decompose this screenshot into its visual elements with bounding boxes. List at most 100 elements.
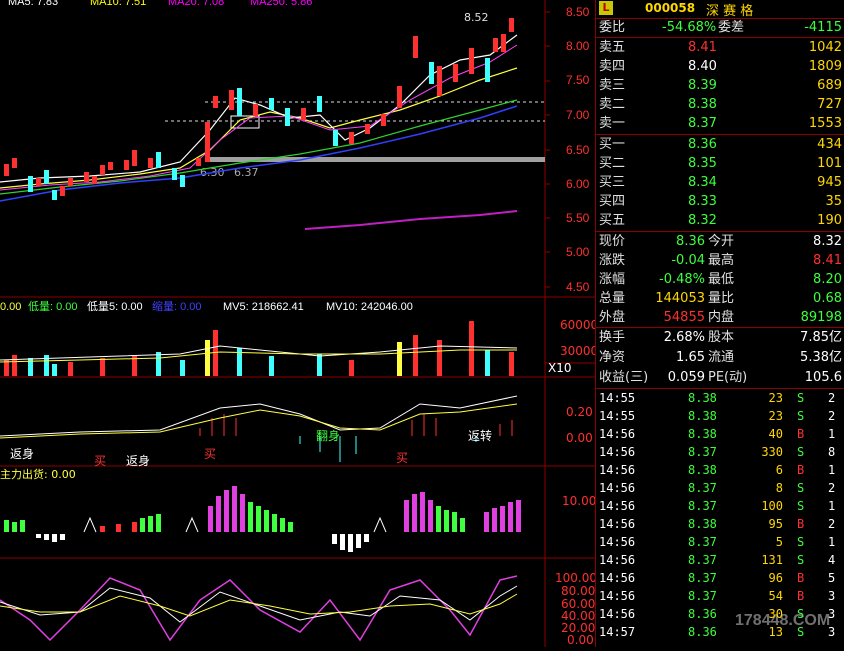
ask-price: 8.39 xyxy=(688,78,717,93)
ask-price: 8.41 xyxy=(688,40,717,55)
trade-time: 14:56 xyxy=(599,571,636,585)
ask-level-label: 卖一 xyxy=(599,116,626,131)
trade-volume: 100 xyxy=(761,499,783,513)
trade-row: 14:56 8.37 100 S 1 xyxy=(596,497,844,515)
ask-row: 卖一 8.37 1553 xyxy=(596,114,844,133)
trade-volume: 13 xyxy=(768,625,783,639)
ask-price: 8.38 xyxy=(688,97,717,112)
ask-volume: 727 xyxy=(817,97,842,112)
ask-level-label: 卖五 xyxy=(599,40,626,55)
trade-count: 3 xyxy=(828,625,836,639)
stat-value: 8.20 xyxy=(813,272,842,287)
trade-side: S xyxy=(797,445,805,459)
stat-value: 105.6 xyxy=(804,370,842,385)
candles xyxy=(4,18,514,200)
price-tick: 7.50 xyxy=(566,73,590,87)
bid-price: 8.34 xyxy=(688,175,717,190)
trade-row: 14:56 8.37 8 S 2 xyxy=(596,479,844,497)
stat-value: 2.68% xyxy=(663,330,705,345)
volume-bars xyxy=(4,321,514,376)
trade-time: 14:55 xyxy=(599,409,636,423)
trade-volume: 23 xyxy=(768,409,783,423)
stat-label: 流通 xyxy=(708,350,735,365)
bid-price: 8.35 xyxy=(688,156,717,171)
trade-side: S xyxy=(797,499,805,513)
vol-shrink: 缩量: 0.00 xyxy=(152,300,202,313)
trade-row: 14:55 8.38 23 S 2 xyxy=(596,407,844,425)
bid-row: 买三 8.34 945 xyxy=(596,173,844,192)
trade-count: 1 xyxy=(828,535,836,549)
trade-price: 8.38 xyxy=(688,463,717,477)
trade-time: 14:56 xyxy=(599,589,636,603)
trade-price: 8.38 xyxy=(688,409,717,423)
kdj-tick: 100.00 xyxy=(555,571,595,585)
trade-price: 8.37 xyxy=(688,481,717,495)
mv10-label: MV10: 242046.00 xyxy=(326,301,413,313)
trade-volume: 6 xyxy=(775,463,783,477)
trade-price: 8.38 xyxy=(688,517,717,531)
trade-time: 14:56 xyxy=(599,517,636,531)
mv5-label: MV5: 218662.41 xyxy=(223,301,304,313)
bid-volume: 945 xyxy=(817,175,842,190)
stock-code[interactable]: 000058 xyxy=(645,1,695,15)
trade-count: 2 xyxy=(828,409,836,423)
vol-low: 低量: 0.00 xyxy=(28,300,78,313)
trade-row: 14:56 8.37 96 B 5 xyxy=(596,569,844,587)
kline-chart-svg[interactable]: 8.50 8.00 7.50 7.00 6.50 6.00 5.50 5.00 … xyxy=(0,0,598,647)
stat-row: 收益(三) 0.059 PE(动) 105.6 xyxy=(596,368,844,387)
ask-row: 卖五 8.41 1042 xyxy=(596,38,844,57)
trade-row: 14:55 8.38 23 S 2 xyxy=(596,389,844,407)
ma5-label: MA5: 7.83 xyxy=(8,0,58,8)
trade-side: B xyxy=(797,589,805,603)
trade-volume: 54 xyxy=(768,589,783,603)
trade-time: 14:56 xyxy=(599,445,636,459)
trade-side: S xyxy=(797,481,805,495)
stat-label: 外盘 xyxy=(599,310,626,325)
kdj-j-line xyxy=(0,575,518,642)
stat-label: PE(动) xyxy=(708,370,748,385)
ask-row: 卖二 8.38 727 xyxy=(596,95,844,114)
stock-name[interactable]: 深 赛 格 xyxy=(706,0,753,19)
trade-time: 14:55 xyxy=(599,391,636,405)
trade-side: S xyxy=(797,607,805,621)
stat-row: 涨跌 -0.04 最高 8.41 xyxy=(596,251,844,270)
stat-value: -0.48% xyxy=(659,272,705,287)
trade-time: 14:56 xyxy=(599,553,636,567)
stat-value: -0.04 xyxy=(671,253,705,268)
trade-count: 3 xyxy=(828,589,836,603)
chip-tick: 10.00 xyxy=(562,494,595,508)
signal-label: 返转 xyxy=(468,428,492,443)
stat-value: 5.38亿 xyxy=(800,350,842,365)
high-label: 8.52 xyxy=(464,11,489,24)
trade-count: 5 xyxy=(828,571,836,585)
macd-bars xyxy=(199,414,513,436)
bid-level-label: 买四 xyxy=(599,194,626,209)
trade-time: 14:56 xyxy=(599,607,636,621)
stat-value: 7.85亿 xyxy=(800,330,842,345)
trade-volume: 96 xyxy=(768,571,783,585)
volume-axis: 60000 30000 X10 xyxy=(548,318,598,375)
stat-label: 收益(三) xyxy=(599,370,649,385)
trade-price: 8.37 xyxy=(688,571,717,585)
stat-label: 涨跌 xyxy=(599,253,626,268)
stat-row: 总量 144053 量比 0.68 xyxy=(596,289,844,308)
stat-label: 最低 xyxy=(708,272,735,287)
trade-volume: 8 xyxy=(775,481,783,495)
trade-row: 14:56 8.38 40 B 1 xyxy=(596,425,844,443)
chip-bars xyxy=(4,486,521,552)
chip-header: 主力出货: 0.00 xyxy=(0,467,76,481)
price-tick: 8.50 xyxy=(566,5,590,19)
trade-count: 1 xyxy=(828,463,836,477)
kline-chart-area[interactable]: 8.50 8.00 7.50 7.00 6.50 6.00 5.50 5.00 … xyxy=(0,0,830,647)
trade-time: 14:56 xyxy=(599,499,636,513)
macd-tick: 0.00 xyxy=(566,431,593,445)
trade-price: 8.36 xyxy=(688,607,717,621)
signal-label: 买 xyxy=(396,451,408,465)
weibi-value: -54.68% xyxy=(662,20,717,35)
trade-side: S xyxy=(797,391,805,405)
signal-label: 返身 xyxy=(10,446,34,461)
trade-price: 8.38 xyxy=(688,391,717,405)
bid-row: 买四 8.33 35 xyxy=(596,192,844,211)
stat-value: 89198 xyxy=(800,310,842,325)
stat-value: 8.36 xyxy=(676,234,705,249)
